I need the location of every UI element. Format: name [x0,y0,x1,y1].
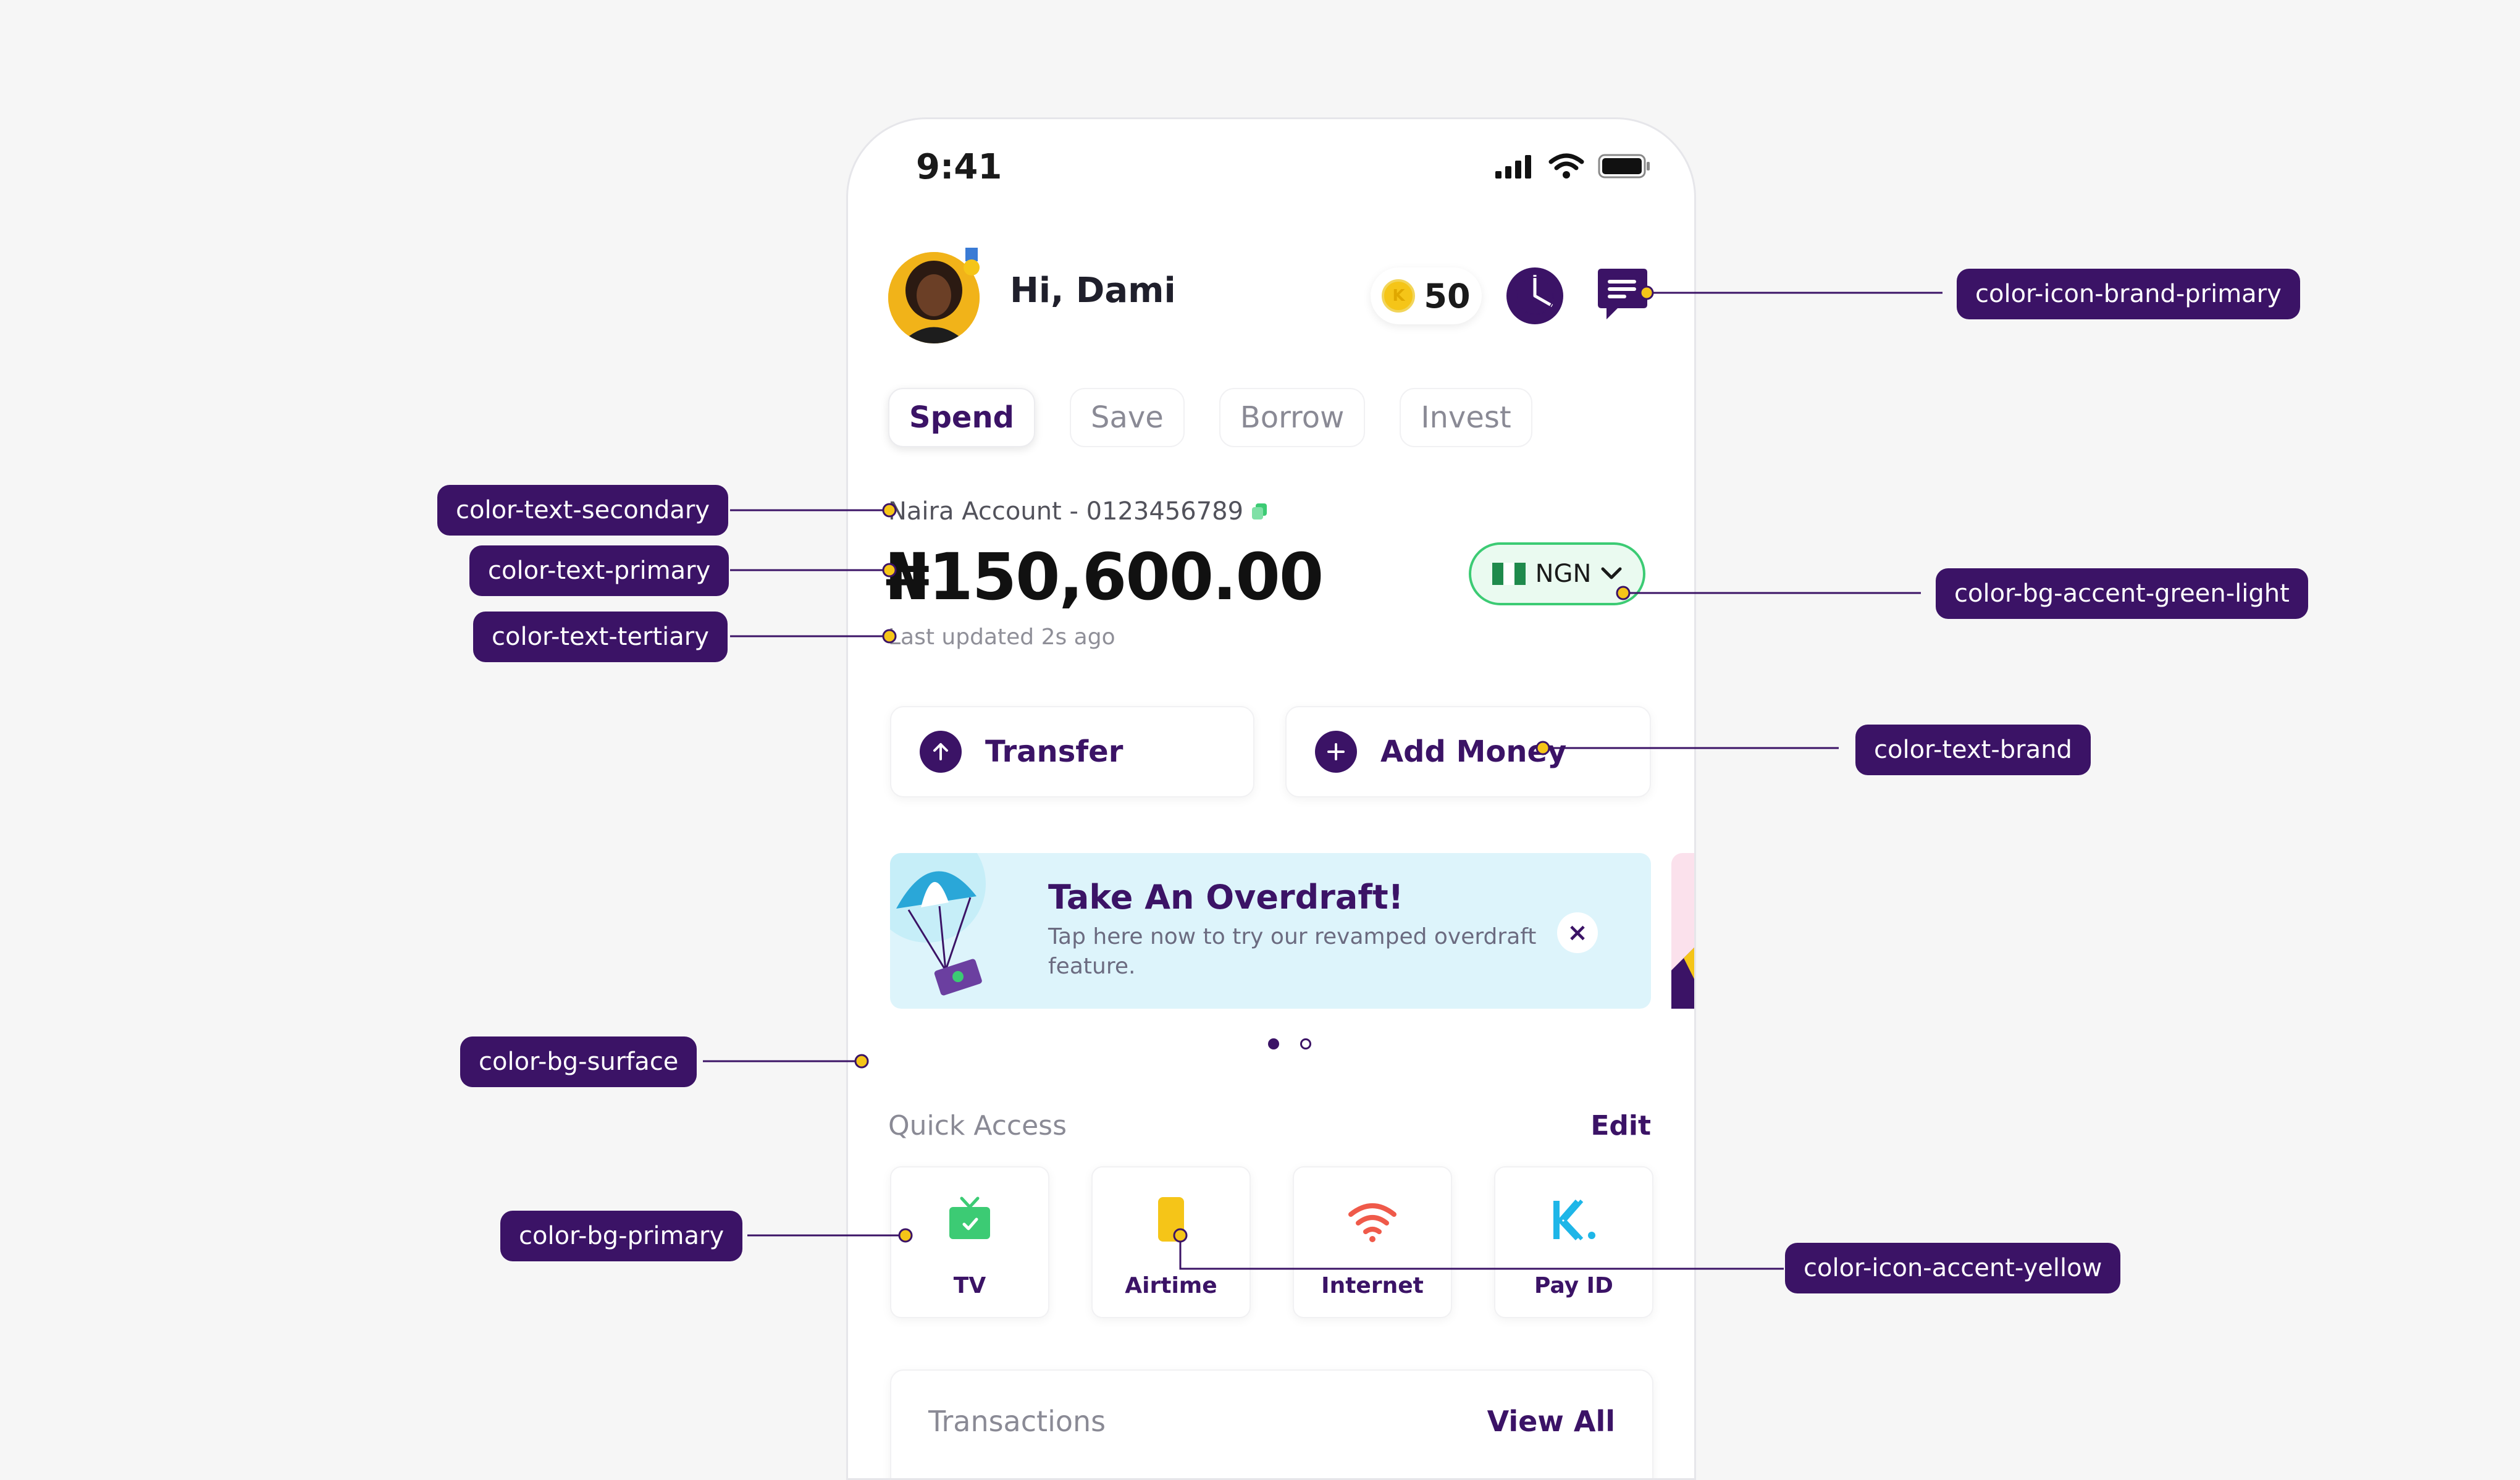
currency-code: NGN [1535,560,1592,588]
banner-description: Tap here now to try our revamped overdra… [1048,924,1537,979]
close-icon[interactable]: × [1557,912,1598,953]
phone-frame: 9:41 Hi, Dami K 50 Spend Save Borrow Inv… [846,117,1696,1480]
status-time: 9:41 [916,147,1002,187]
overdraft-banner[interactable]: Take An Overdraft! Tap here now to try o… [890,853,1651,1009]
edit-link[interactable]: Edit [1590,1110,1651,1142]
message-icon[interactable] [1593,266,1652,326]
copy-icon[interactable] [1251,502,1268,521]
annotation-icon-accent-yellow: color-icon-accent-yellow [1785,1243,2121,1293]
carousel-dot[interactable] [1300,1038,1311,1049]
annotation-text-brand: color-text-brand [1855,725,2091,775]
annotation-text-tertiary: color-text-tertiary [473,612,728,662]
transactions-title: Transactions [928,1405,1106,1438]
quick-access-pay-id[interactable]: Pay ID [1494,1166,1653,1318]
tab-borrow[interactable]: Borrow [1219,388,1366,447]
signal-icon [1495,155,1531,179]
points-pill[interactable]: K 50 [1371,267,1482,324]
annotation-text-primary: color-text-primary [469,545,729,596]
kuda-k-icon [1553,1200,1595,1241]
pie-chart-icon[interactable] [1506,267,1563,324]
currency-selector[interactable]: NGN [1469,542,1645,605]
nigeria-flag-icon [1492,563,1526,585]
balance-amount: ₦150,600.00 [885,539,1324,615]
banner-title: Take An Overdraft! [1048,878,1404,917]
annotation-bg-accent-green-light: color-bg-accent-green-light [1936,568,2308,619]
quick-access-label: TV [953,1273,986,1298]
quick-access-tv[interactable]: TV [890,1166,1049,1318]
tab-bar: Spend Save Borrow Invest [888,388,1532,447]
transactions-card: Transactions View All [890,1369,1653,1478]
plus-icon [1315,731,1357,773]
points-count: 50 [1424,276,1471,316]
chevron-down-icon [1601,567,1622,579]
annotation-icon-brand-primary: color-icon-brand-primary [1957,269,2300,319]
arrow-up-icon [920,731,962,773]
last-updated: Last updated 2s ago [888,624,1115,650]
view-all-link[interactable]: View All [1487,1405,1615,1438]
tv-icon [949,1196,990,1239]
transfer-button[interactable]: Transfer [890,706,1254,797]
quick-access-title: Quick Access [888,1110,1067,1142]
quick-access-internet[interactable]: Internet [1293,1166,1452,1318]
greeting: Hi, Dami [1010,271,1176,311]
battery-icon [1598,154,1650,179]
status-icons [1495,153,1651,179]
medal-badge-icon [964,248,980,275]
annotation-bg-surface: color-bg-surface [460,1036,697,1087]
tab-save[interactable]: Save [1070,388,1185,447]
account-number-row: Naira Account - 0123456789 [888,497,1268,526]
transfer-label: Transfer [985,734,1124,769]
quick-access-label: Airtime [1125,1273,1217,1298]
account-label: Naira Account - 0123456789 [888,497,1244,526]
annotation-bg-primary: color-bg-primary [500,1211,743,1261]
wifi-icon [1348,1203,1396,1242]
next-banner-peek[interactable] [1671,853,1694,1009]
parachute-illustration [890,853,986,996]
tab-spend[interactable]: Spend [888,388,1036,447]
carousel-dot-active[interactable] [1268,1038,1279,1049]
coin-icon: K [1382,279,1416,313]
phone-icon [1158,1197,1184,1242]
quick-access-label: Pay ID [1534,1273,1613,1298]
quick-access-label: Internet [1321,1273,1424,1298]
annotation-text-secondary: color-text-secondary [437,485,729,536]
add-money-button[interactable]: Add Money [1285,706,1651,797]
quick-access-airtime[interactable]: Airtime [1091,1166,1251,1318]
wifi-status-icon [1548,153,1584,179]
add-money-label: Add Money [1380,734,1567,769]
tab-invest[interactable]: Invest [1400,388,1532,447]
